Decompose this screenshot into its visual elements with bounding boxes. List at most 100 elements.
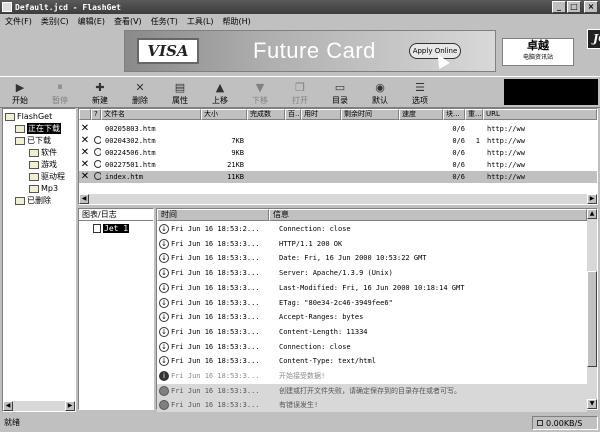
toolbar-button-open[interactable]: ❐ 打开 — [280, 77, 320, 108]
column-header-8[interactable]: 速度 — [399, 109, 443, 120]
toolbar-button-label: 下移 — [252, 96, 268, 105]
file-name: 00204302.htm — [105, 137, 156, 145]
log-tree[interactable]: 图表/日志 Jet 1 — [78, 208, 154, 410]
close-button[interactable]: × — [584, 1, 598, 13]
log-row[interactable]: ↓ Fri Jun 16 18:53:3... Server: Apache/1.3… — [157, 266, 587, 280]
log-message: Server: Apache/1.3.9 (Unix) — [279, 269, 393, 278]
toolbar-button-delete[interactable]: ✕ 删除 — [120, 77, 160, 108]
scroll-left-button[interactable]: ◀ — [3, 401, 13, 411]
circle-status-icon — [91, 148, 101, 158]
tree-item-6[interactable]: Mp3 — [29, 183, 58, 194]
log-message: HTTP/1.1 200 OK — [279, 239, 343, 248]
column-header-3[interactable]: 大小 — [201, 109, 247, 120]
tree-item-4[interactable]: 游戏 — [29, 159, 57, 170]
toolbar-button-default[interactable]: ◉ 默认 — [360, 77, 400, 108]
drop-target-box[interactable] — [504, 79, 598, 105]
minimize-button[interactable]: _ — [552, 1, 566, 13]
scroll-right-button[interactable]: ▶ — [587, 194, 597, 204]
tree-horizontal-scrollbar[interactable]: ◀ ▶ — [3, 401, 75, 411]
error-icon — [159, 385, 169, 396]
log-row[interactable]: ↓ Fri Jun 16 18:53:3... Content-Type: text… — [157, 354, 587, 368]
tree-item-5[interactable]: 驱动程 — [29, 171, 65, 182]
log-row[interactable]: ↓ Fri Jun 16 18:53:2... Connection: close — [157, 222, 587, 236]
log-row[interactable]: ↓ Fri Jun 16 18:53:3... ETag: "80e34-2c46-… — [157, 296, 587, 310]
toolbar-button-play[interactable]: ▶ 开始 — [0, 77, 40, 108]
maximize-button[interactable]: □ — [567, 1, 581, 13]
tree-item-2[interactable]: 已下载 — [15, 135, 51, 146]
status-x-icon: ✕ — [80, 148, 90, 158]
column-header-6[interactable]: 用时 — [301, 109, 341, 120]
tree-item-0[interactable]: FlashGet — [5, 111, 52, 122]
tree-item-label: 正在下载 — [27, 123, 61, 134]
menu-file[interactable]: 文件(F) — [2, 16, 38, 27]
scroll-right-button[interactable]: ▶ — [65, 401, 75, 411]
menu-tools[interactable]: 工具(L) — [184, 16, 220, 27]
circle-status-icon — [91, 172, 101, 182]
toolbar-button-options[interactable]: ☰ 选项 — [400, 77, 440, 108]
log-row[interactable]: i Fri Jun 16 18:53:3... 开始接受数据! — [157, 369, 587, 383]
category-tree[interactable]: FlashGet 正在下载 已下载软件游戏 驱动程 Mp3 已删除 ◀ ▶ — [2, 108, 76, 412]
ad-banner[interactable]: VISA Future Card Apply Online JC — [124, 29, 600, 72]
log-row[interactable]: ↓ Fri Jun 16 18:53:3... HTTP/1.1 200 OK — [157, 237, 587, 251]
column-header-5[interactable]: 百... — [285, 109, 301, 120]
menu-edit[interactable]: 编辑(E) — [75, 16, 111, 27]
toolbar-button-move-down[interactable]: ▼ 下移 — [240, 77, 280, 108]
column-header-11[interactable]: URL — [483, 109, 597, 120]
download-arrow-icon: ↓ — [159, 282, 169, 293]
menu-task[interactable]: 任务(T) — [148, 16, 184, 27]
title-bar: Default.jcd - FlashGet _ □ × — [0, 0, 600, 14]
column-header-10[interactable]: 重... — [465, 109, 483, 120]
log-row[interactable]: Fri Jun 16 18:53:3... 有错误发生! — [157, 398, 587, 413]
scroll-up-button[interactable]: ▲ — [587, 209, 597, 219]
menu-view[interactable]: 查看(V) — [111, 16, 148, 27]
tree-item-7[interactable]: 已删除 — [15, 195, 51, 206]
column-header-2[interactable]: 文件名 — [101, 109, 201, 120]
column-header-1[interactable]: ? — [91, 109, 101, 120]
table-row[interactable]: ✕ 00227501.htm 21KB 0/6 http://ww — [79, 159, 597, 171]
log-column-time[interactable]: 时间 — [157, 209, 269, 221]
table-row[interactable]: ✕ 00204302.htm 7KB 0/6 1 http://ww — [79, 135, 597, 147]
toolbar-button-folder[interactable]: ▭ 目录 — [320, 77, 360, 108]
tree-item-1[interactable]: 正在下载 — [15, 123, 61, 134]
flashget-app-icon[interactable] — [2, 2, 12, 12]
tree-item-3[interactable]: 软件 — [29, 147, 57, 158]
menu-bar: 文件(F) 类别(C) 编辑(E) 查看(V) 任务(T) 工具(L) 帮助(H… — [0, 14, 600, 28]
blocks: 0/6 — [452, 161, 465, 169]
menu-help[interactable]: 帮助(H) — [220, 16, 257, 27]
column-header-9[interactable]: 块... — [443, 109, 465, 120]
log-panel[interactable]: 时间 信息 ▲ ▼ ↓ Fri Jun 16 18:53:2... Connecti… — [156, 208, 598, 413]
log-vertical-scrollbar[interactable]: ▲ ▼ — [587, 209, 597, 409]
log-row[interactable]: ↓ Fri Jun 16 18:53:3... Last-Modified: Fri… — [157, 281, 587, 295]
log-row[interactable]: ↓ Fri Jun 16 18:53:3... Content-Length: 11… — [157, 325, 587, 339]
log-message: Accept-Ranges: bytes — [279, 313, 364, 322]
scroll-thumb[interactable] — [587, 271, 597, 367]
menu-category[interactable]: 类别(C) — [38, 16, 75, 27]
toolbar-button-move-up[interactable]: ▲ 上移 — [200, 77, 240, 108]
scroll-down-button[interactable]: ▼ — [587, 399, 597, 409]
log-row[interactable]: ↓ Fri Jun 16 18:53:3... Connection: close — [157, 340, 587, 354]
table-row[interactable]: ✕ index.htm 11KB 0/6 http://ww — [79, 171, 597, 183]
job-item[interactable]: Jet 1 — [93, 224, 130, 233]
column-header-7[interactable]: 剩余时间 — [341, 109, 399, 120]
toolbar-button-pause[interactable]: ⏸ 暂停 — [40, 77, 80, 108]
open-icon: ❐ — [295, 80, 305, 94]
log-time: Fri Jun 16 18:53:3... — [171, 386, 260, 395]
log-row[interactable]: ↓ Fri Jun 16 18:53:3... Date: Fri, 16 Jun … — [157, 251, 587, 265]
scroll-left-button[interactable]: ◀ — [79, 194, 89, 204]
column-header-4[interactable]: 完成数 — [247, 109, 285, 120]
url: http://ww — [487, 137, 525, 145]
log-column-info[interactable]: 信息 — [269, 209, 587, 221]
download-list-horizontal-scrollbar[interactable]: ◀ ▶ — [79, 194, 597, 204]
tree-item-label: 软件 — [41, 148, 57, 157]
chart-log-label: 图表/日志 — [82, 210, 117, 219]
table-row[interactable]: ✕ 00224506.htm 9KB 0/6 http://ww — [79, 147, 597, 159]
status-x-icon: ✕ — [80, 172, 90, 182]
log-row[interactable]: ↓ Fri Jun 16 18:53:3... Accept-Ranges: byt… — [157, 310, 587, 324]
table-row[interactable]: ✕ 00205803.htm 0/6 http://ww — [79, 123, 597, 135]
download-list[interactable]: ? 文件名 大小 完成数 百... 用时 剩余时间 速度 块... 重... URL ✕ 002058… — [78, 108, 598, 205]
toolbar-button-new[interactable]: ✚ 新建 — [80, 77, 120, 108]
log-row[interactable]: Fri Jun 16 18:53:3... 创建或打开文件失败，请确定保存到的目录… — [157, 383, 587, 398]
column-header-0[interactable] — [79, 109, 91, 120]
toolbar-button-properties[interactable]: ▤ 属性 — [160, 77, 200, 108]
status-bar: 就绪 0.00KB/S — [0, 414, 600, 432]
